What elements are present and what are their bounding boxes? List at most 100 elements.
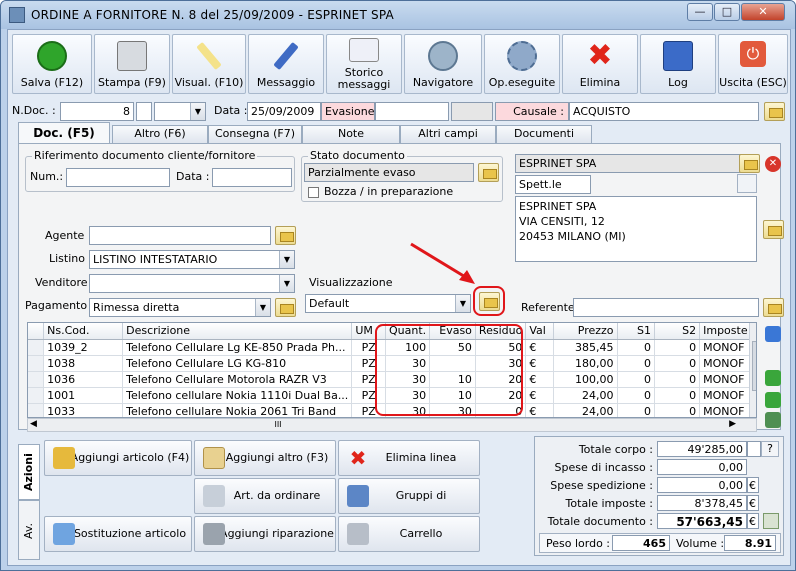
agente-folder-icon[interactable]	[275, 226, 296, 245]
close-button[interactable]: ✕	[741, 3, 785, 21]
table-cell[interactable]: MONOF	[699, 339, 756, 356]
calculator-icon[interactable]	[763, 513, 779, 529]
table-cell[interactable]: 0	[654, 339, 701, 356]
supplier-title-input[interactable]: Spett.le	[515, 175, 591, 194]
num-input[interactable]	[66, 168, 170, 187]
contact-icon[interactable]	[737, 174, 757, 193]
replace-article-button[interactable]: Sostituzione articolo	[44, 516, 192, 552]
address-box[interactable]: ESPRINET SPA VIA CENSITI, 12 20453 MILAN…	[515, 196, 757, 262]
table-cell[interactable]: 0	[617, 339, 655, 356]
ndoc-series-select[interactable]: ▼	[154, 102, 206, 121]
add-other-button[interactable]: Aggiungi altro (F3)	[194, 440, 336, 476]
cart-button[interactable]: Carrello	[338, 516, 480, 552]
agente-input[interactable]	[89, 226, 271, 245]
table-cell[interactable]: MONOF	[699, 387, 756, 404]
table-cell[interactable]: 1033	[43, 403, 124, 417]
column-header[interactable]: Ns.Cod.	[43, 323, 124, 340]
visual-button[interactable]: Visual. (F10)	[172, 34, 246, 94]
table-cell[interactable]: 180,00	[553, 355, 618, 372]
visual-folder-icon[interactable]	[479, 292, 500, 311]
move-up-top-icon[interactable]	[765, 326, 781, 342]
column-header[interactable]: Val	[525, 323, 555, 340]
row-selector[interactable]	[28, 339, 45, 356]
message-history-button[interactable]: Storico messaggi	[326, 34, 402, 94]
tab-note[interactable]: Note	[302, 125, 400, 143]
table-cell[interactable]: 0	[617, 355, 655, 372]
pagamento-select[interactable]: Rimessa diretta ▼	[89, 298, 271, 317]
table-cell[interactable]: €	[525, 371, 555, 388]
navigator-button[interactable]: Navigatore	[404, 34, 482, 94]
table-cell[interactable]: Telefono cellulare Nokia 1110i Dual Ba..…	[122, 387, 353, 404]
maximize-button[interactable]: □	[714, 3, 740, 21]
scroll-left-icon[interactable]: ◀	[30, 419, 37, 429]
move-up-icon[interactable]	[765, 370, 781, 386]
bozza-checkbox[interactable]	[308, 187, 319, 198]
row-selector[interactable]	[28, 387, 45, 404]
table-cell[interactable]: 1001	[43, 387, 124, 404]
table-cell[interactable]: MONOF	[699, 403, 756, 417]
add-repair-button[interactable]: Aggiungi riparazione	[194, 516, 336, 552]
tab-doc[interactable]: Doc. (F5)	[18, 122, 110, 143]
visual-select[interactable]: Default ▼	[305, 294, 471, 313]
table-cell[interactable]: 100,00	[553, 371, 618, 388]
table-cell[interactable]: MONOF	[699, 371, 756, 388]
column-header[interactable]: S1	[617, 323, 655, 340]
table-cell[interactable]: 24,00	[553, 403, 618, 417]
table-cell[interactable]: 0	[617, 371, 655, 388]
table-cell[interactable]: Telefono Cellulare Motorola RAZR V3	[122, 371, 353, 388]
exit-button[interactable]: ⏻ Uscita (ESC)	[718, 34, 788, 94]
row-selector[interactable]	[28, 355, 45, 372]
tab-azioni[interactable]: Azioni	[18, 444, 40, 500]
table-cell[interactable]: 1036	[43, 371, 124, 388]
table-cell[interactable]: €	[525, 355, 555, 372]
table-cell[interactable]: 0	[617, 387, 655, 404]
causale-input[interactable]: ACQUISTO	[569, 102, 759, 121]
pagamento-folder-icon[interactable]	[275, 298, 296, 317]
tab-documenti[interactable]: Documenti	[496, 125, 592, 143]
table-cell[interactable]: 1039_2	[43, 339, 124, 356]
add-article-button[interactable]: Aggiungi articolo (F4)	[44, 440, 192, 476]
supplier-folder-icon[interactable]	[739, 154, 760, 173]
help-button[interactable]: ?	[761, 441, 779, 457]
scroll-grip[interactable]: III	[228, 420, 328, 430]
print-button[interactable]: Stampa (F9)	[94, 34, 170, 94]
delete-button[interactable]: ✖ Elimina	[562, 34, 638, 94]
row-selector[interactable]	[28, 403, 45, 417]
table-cell[interactable]: 0	[654, 403, 701, 417]
tab-av[interactable]: Av.	[18, 500, 40, 560]
table-cell[interactable]: €	[525, 387, 555, 404]
table-cell[interactable]: Telefono cellulare Nokia 2061 Tri Band	[122, 403, 353, 417]
stato-folder-icon[interactable]	[478, 163, 499, 182]
table-cell[interactable]: 1038	[43, 355, 124, 372]
table-cell[interactable]: Telefono Cellulare LG KG-810	[122, 355, 353, 372]
clear-supplier-icon[interactable]: ✕	[765, 156, 781, 172]
table-cell[interactable]: Telefono Cellulare Lg KE-850 Prada Ph...	[122, 339, 353, 356]
grid-horizontal-scrollbar[interactable]: ◀ III ▶	[27, 418, 757, 432]
table-cell[interactable]: 385,45	[553, 339, 618, 356]
referente-input[interactable]	[573, 298, 759, 317]
refresh-icon[interactable]	[765, 412, 781, 428]
column-header[interactable]: Prezzo	[553, 323, 618, 340]
table-cell[interactable]: 0	[654, 387, 701, 404]
listino-select[interactable]: LISTINO INTESTATARIO ▼	[89, 250, 295, 269]
evasione-input[interactable]	[375, 102, 449, 121]
venditore-select[interactable]: ▼	[89, 274, 295, 293]
column-header[interactable]: S2	[654, 323, 701, 340]
spese-spedizione-value[interactable]: 0,00	[657, 477, 747, 493]
operations-button[interactable]: Op.eseguite	[484, 34, 560, 94]
row-selector[interactable]	[28, 371, 45, 388]
tab-altri-campi[interactable]: Altri campi	[400, 125, 496, 143]
table-cell[interactable]: 0	[654, 371, 701, 388]
spese-incasso-value[interactable]: 0,00	[657, 459, 747, 475]
minimize-button[interactable]: —	[687, 3, 713, 21]
column-header[interactable]: Imposte	[699, 323, 756, 340]
causale-folder-icon[interactable]	[764, 102, 785, 121]
table-cell[interactable]: 24,00	[553, 387, 618, 404]
ndoc-suffix-input[interactable]	[136, 102, 152, 121]
ndoc-input[interactable]: 8	[60, 102, 134, 121]
log-button[interactable]: Log	[640, 34, 716, 94]
insert-groups-button[interactable]: Gruppi di inserimento	[338, 478, 480, 536]
table-cell[interactable]: MONOF	[699, 355, 756, 372]
date-input[interactable]: 25/09/2009	[247, 102, 321, 121]
tab-altro[interactable]: Altro (F6)	[112, 125, 208, 143]
